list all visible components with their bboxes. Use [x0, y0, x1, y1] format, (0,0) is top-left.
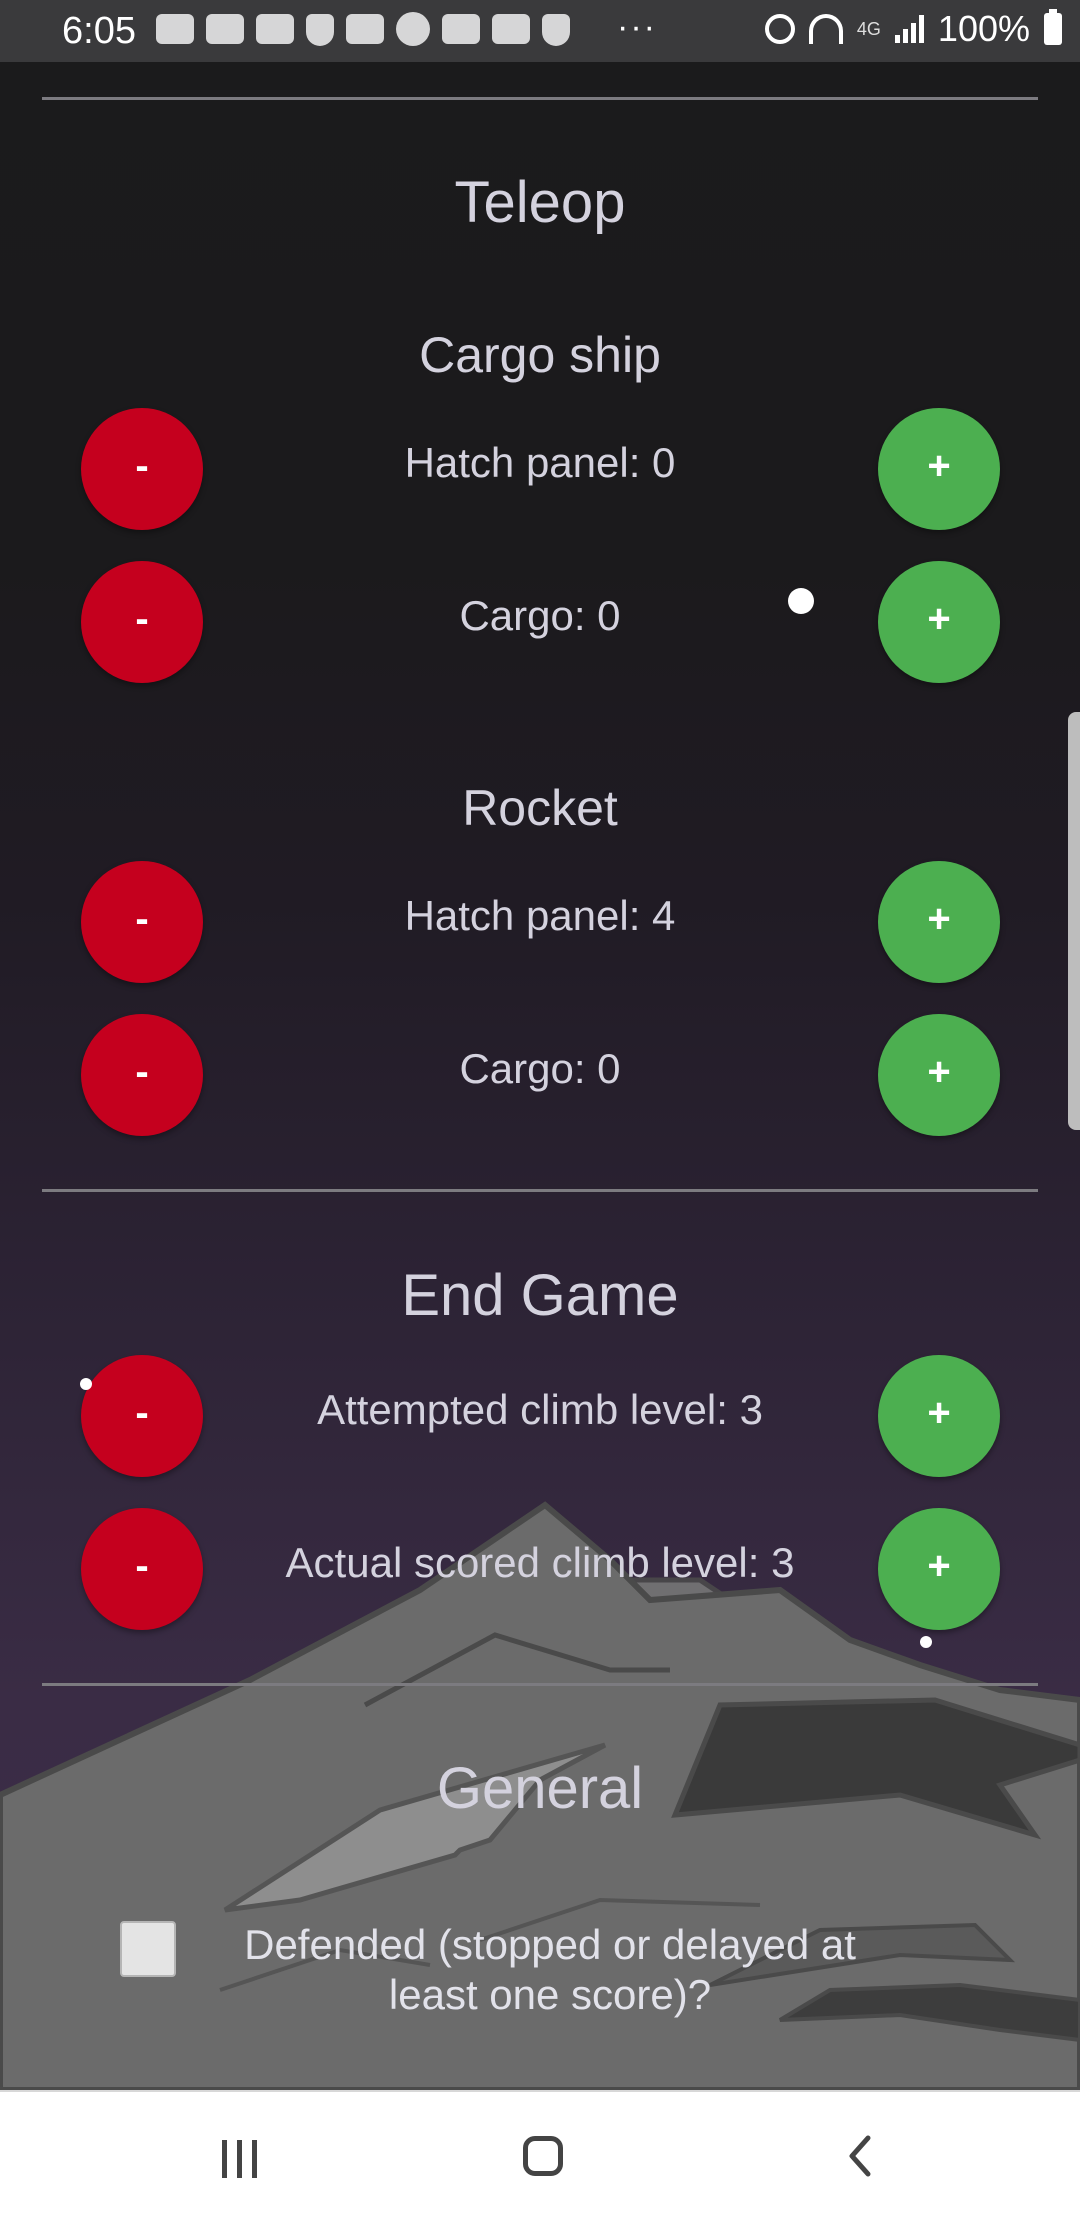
- counter-rocket-hatch-panel: - Hatch panel: 4 +: [0, 861, 1080, 983]
- section-divider: [42, 1683, 1038, 1686]
- outlook-icon: [256, 14, 294, 44]
- ge-icon: [346, 14, 384, 44]
- subsection-title-rocket: Rocket: [462, 780, 618, 836]
- counter-cargo-ship-cargo: - Cargo: 0 +: [0, 561, 1080, 683]
- outlook-icon: [206, 14, 244, 44]
- wifi-icon: [808, 14, 843, 44]
- scrollbar-handle[interactable]: [1068, 712, 1080, 1130]
- increment-button[interactable]: +: [878, 1355, 1000, 1477]
- counter-label: Actual scored climb level: 3: [285, 1539, 795, 1586]
- decrement-button[interactable]: -: [81, 1508, 203, 1630]
- counter-cargo-ship-hatch-panel: - Hatch panel: 0 +: [0, 408, 1080, 530]
- nfl-icon: [306, 14, 334, 46]
- decrement-button[interactable]: -: [81, 861, 203, 983]
- counter-label: Hatch panel: 0: [404, 439, 676, 486]
- section-title-general: General: [436, 1756, 644, 1821]
- counter-rocket-cargo: - Cargo: 0 +: [0, 1014, 1080, 1136]
- decrement-button[interactable]: -: [81, 561, 203, 683]
- touch-indicator-dot: [788, 588, 814, 614]
- recents-button[interactable]: [222, 2140, 257, 2178]
- increment-button[interactable]: +: [878, 861, 1000, 983]
- browser-icon: [396, 12, 430, 46]
- home-button[interactable]: [523, 2136, 563, 2176]
- counter-label: Cargo: 0: [459, 592, 621, 639]
- battery-percentage: 100%: [937, 8, 1030, 49]
- network-type-label: 4G: [856, 18, 881, 39]
- counter-label: Cargo: 0: [459, 1045, 621, 1092]
- status-bar: 6:05 ··· 4G 100%: [0, 0, 1080, 62]
- touch-indicator-dot: [80, 1378, 92, 1390]
- status-time: 6:05: [62, 10, 136, 52]
- back-button[interactable]: [838, 2132, 886, 2180]
- increment-button[interactable]: +: [878, 1508, 1000, 1630]
- counter-label: Attempted climb level: 3: [317, 1386, 763, 1433]
- more-notifications-icon: ···: [617, 8, 657, 46]
- increment-button[interactable]: +: [878, 1014, 1000, 1136]
- counter-label: Hatch panel: 4: [404, 892, 676, 939]
- section-divider: [42, 1189, 1038, 1192]
- battery-icon: [1044, 9, 1062, 45]
- screen: 6:05 ··· 4G 100% Teleop Cargo ship - Hat…: [0, 0, 1080, 2220]
- defended-checkbox-label[interactable]: Defended (stopped or delayed at least on…: [200, 1920, 900, 2020]
- increment-button[interactable]: +: [878, 561, 1000, 683]
- navigation-bar: [0, 2090, 1080, 2220]
- increment-button[interactable]: +: [878, 408, 1000, 530]
- touch-indicator-dot: [920, 1636, 932, 1648]
- section-title-end-game: End Game: [401, 1263, 679, 1328]
- counter-actual-scored-climb-level: - Actual scored climb level: 3 +: [0, 1508, 1080, 1630]
- system-status-icons: 4G 100%: [764, 8, 1062, 50]
- decrement-button[interactable]: -: [81, 1355, 203, 1477]
- nfl-icon: [542, 14, 570, 46]
- notification-icons: [156, 12, 570, 46]
- outlook-icon: [442, 14, 480, 44]
- signal-icon: [894, 15, 924, 43]
- decrement-button[interactable]: -: [81, 1014, 203, 1136]
- counter-attempted-climb-level: - Attempted climb level: 3 +: [0, 1355, 1080, 1477]
- alarm-icon: [764, 14, 795, 44]
- section-title-teleop: Teleop: [454, 170, 626, 235]
- subsection-title-cargo-ship: Cargo ship: [419, 327, 661, 383]
- outlook-icon: [156, 14, 194, 44]
- decrement-button[interactable]: -: [81, 408, 203, 530]
- section-divider: [42, 97, 1038, 100]
- defended-checkbox[interactable]: [120, 1921, 176, 1977]
- ge-icon: [492, 14, 530, 44]
